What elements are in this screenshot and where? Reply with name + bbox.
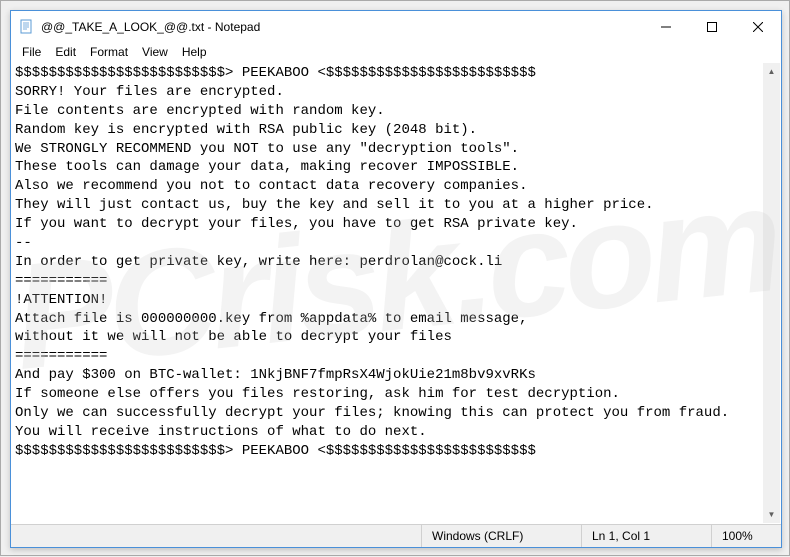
- menu-format[interactable]: Format: [83, 44, 135, 60]
- menu-help[interactable]: Help: [175, 44, 214, 60]
- menu-edit[interactable]: Edit: [48, 44, 83, 60]
- status-zoom: 100%: [711, 525, 781, 547]
- vertical-scrollbar[interactable]: ▲ ▼: [763, 63, 780, 523]
- titlebar: @@_TAKE_A_LOOK_@@.txt - Notepad: [11, 11, 781, 42]
- window-title: @@_TAKE_A_LOOK_@@.txt - Notepad: [41, 20, 643, 34]
- scroll-track[interactable]: [763, 80, 780, 506]
- scroll-up-arrow-icon[interactable]: ▲: [763, 63, 780, 80]
- notepad-icon: [19, 19, 35, 35]
- text-editor[interactable]: $$$$$$$$$$$$$$$$$$$$$$$$$> PEEKABOO <$$$…: [11, 62, 764, 524]
- window-controls: [643, 11, 781, 42]
- menu-file[interactable]: File: [15, 44, 48, 60]
- minimize-button[interactable]: [643, 11, 689, 42]
- menu-view[interactable]: View: [135, 44, 175, 60]
- status-encoding: Windows (CRLF): [421, 525, 581, 547]
- notepad-window: @@_TAKE_A_LOOK_@@.txt - Notepad File Edi…: [10, 10, 782, 548]
- maximize-button[interactable]: [689, 11, 735, 42]
- status-position: Ln 1, Col 1: [581, 525, 711, 547]
- scroll-down-arrow-icon[interactable]: ▼: [763, 506, 780, 523]
- menubar: File Edit Format View Help: [11, 42, 781, 62]
- close-button[interactable]: [735, 11, 781, 42]
- statusbar: Windows (CRLF) Ln 1, Col 1 100%: [11, 524, 781, 547]
